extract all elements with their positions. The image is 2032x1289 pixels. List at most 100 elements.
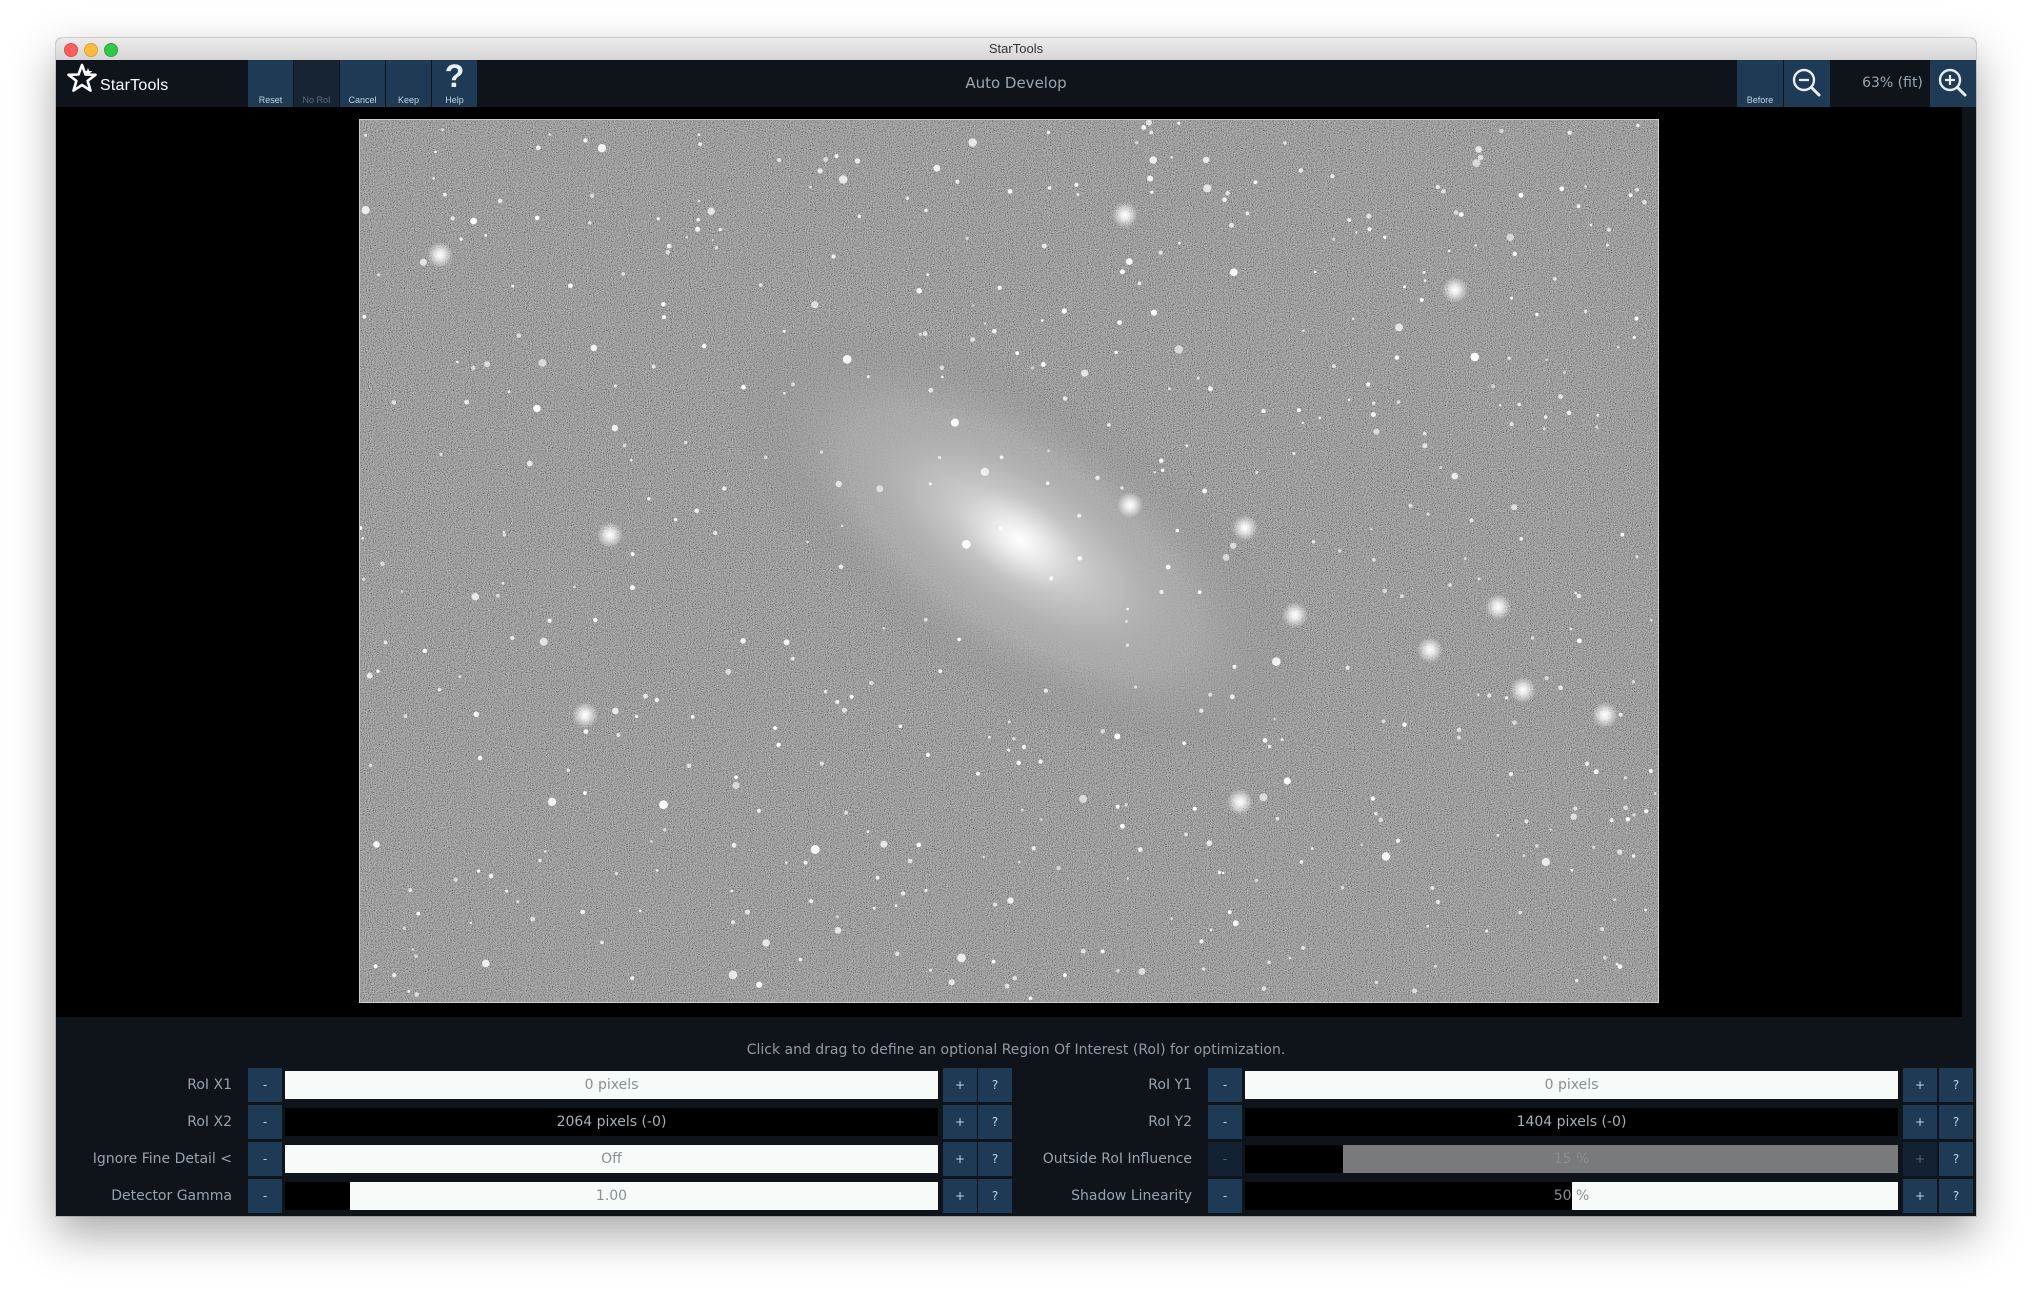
star — [1076, 192, 1080, 196]
cancel-button[interactable]: Cancel — [340, 60, 386, 107]
keep-button[interactable]: Keep — [386, 60, 432, 107]
star — [1012, 976, 1017, 981]
star — [1222, 871, 1225, 875]
roi-x2-increment-button[interactable]: + — [943, 1105, 977, 1139]
ignore-fine-detail-increment-button[interactable]: + — [943, 1142, 977, 1176]
shadow-linearity-slider[interactable]: 50 % — [1243, 1180, 1900, 1212]
star — [1395, 323, 1403, 332]
star — [1174, 345, 1183, 354]
roi-x1-slider[interactable]: 0 pixels — [283, 1069, 940, 1101]
star — [831, 254, 836, 259]
star — [1041, 362, 1046, 367]
outside-roi-influence-slider[interactable]: 15 % — [1243, 1143, 1900, 1175]
star — [1451, 472, 1459, 480]
detector-gamma-slider[interactable]: 1.00 — [283, 1180, 940, 1212]
star — [473, 711, 480, 718]
star — [661, 302, 666, 307]
star — [383, 640, 388, 645]
roi-x1-increment-button[interactable]: + — [943, 1068, 977, 1102]
star — [630, 976, 635, 981]
star — [1396, 400, 1401, 404]
star — [1229, 268, 1238, 277]
star — [589, 193, 595, 198]
star — [1159, 458, 1164, 464]
star — [1510, 296, 1514, 300]
ignore-fine-detail-decrement-button[interactable]: - — [248, 1142, 282, 1176]
star — [1370, 412, 1376, 418]
star — [1596, 413, 1600, 417]
ignore-fine-detail-slider[interactable]: Off — [283, 1143, 940, 1175]
star — [1632, 813, 1636, 817]
roi-y2-slider[interactable]: 1404 pixels (-0) — [1243, 1106, 1900, 1138]
star — [548, 133, 551, 136]
star — [488, 873, 494, 879]
star — [895, 951, 900, 956]
shadow-linearity-decrement-button[interactable]: - — [1208, 1179, 1242, 1213]
star — [1202, 967, 1206, 971]
no-roi-button[interactable]: No RoI — [294, 60, 340, 107]
detector-gamma-decrement-button[interactable]: - — [248, 1179, 282, 1213]
star — [939, 365, 945, 370]
zoom-in-button[interactable] — [1930, 60, 1976, 107]
help-button[interactable]: ? Help — [432, 58, 478, 107]
star — [1267, 960, 1271, 964]
canvas-scroll-strip[interactable] — [1962, 107, 1976, 1055]
star — [1370, 527, 1373, 531]
roi-y1-help-button[interactable]: ? — [1939, 1068, 1973, 1102]
roi-y1-increment-button[interactable]: + — [1903, 1068, 1937, 1102]
star — [469, 921, 473, 925]
star — [1283, 777, 1291, 785]
star — [1569, 627, 1573, 631]
star — [414, 992, 419, 997]
zoom-out-button[interactable] — [1784, 60, 1830, 107]
star — [713, 531, 718, 535]
detector-gamma-increment-button[interactable]: + — [943, 1179, 977, 1213]
star — [1047, 449, 1050, 453]
cancel-button-label: Cancel — [348, 95, 377, 105]
star — [1232, 664, 1237, 669]
star — [1628, 193, 1633, 198]
star — [477, 755, 483, 761]
outside-roi-influence-increment-button[interactable]: + — [1903, 1142, 1937, 1176]
shadow-linearity-label: Shadow Linearity — [1071, 1188, 1192, 1204]
roi-y2-decrement-button[interactable]: - — [1208, 1105, 1242, 1139]
star — [1261, 408, 1266, 414]
star — [1254, 878, 1259, 883]
reset-button[interactable]: Reset — [248, 60, 294, 107]
star — [1299, 860, 1304, 864]
before-button[interactable]: Before — [1737, 60, 1783, 107]
roi-x2-help-button[interactable]: ? — [978, 1105, 1012, 1139]
roi-y2-increment-button[interactable]: + — [1903, 1105, 1937, 1139]
detector-gamma-help-button[interactable]: ? — [978, 1179, 1012, 1213]
roi-y1-value: 0 pixels — [1544, 1077, 1599, 1093]
star — [1448, 583, 1452, 587]
star — [968, 138, 977, 147]
shadow-linearity-help-button[interactable]: ? — [1939, 1179, 1973, 1213]
star — [905, 196, 910, 200]
outside-roi-influence-help-button[interactable]: ? — [1939, 1142, 1973, 1176]
roi-y2-help-button[interactable]: ? — [1939, 1105, 1973, 1139]
star — [1419, 297, 1424, 302]
star — [1606, 227, 1611, 232]
ignore-fine-detail-help-button[interactable]: ? — [978, 1142, 1012, 1176]
roi-x2-decrement-button[interactable]: - — [248, 1105, 282, 1139]
star — [437, 687, 442, 692]
roi-x1-decrement-button[interactable]: - — [248, 1068, 282, 1102]
star — [740, 638, 746, 644]
roi-y1-decrement-button[interactable]: - — [1208, 1068, 1242, 1102]
star — [1517, 402, 1521, 407]
star — [1574, 591, 1577, 595]
star — [373, 841, 380, 848]
roi-y1-slider[interactable]: 0 pixels — [1243, 1069, 1900, 1101]
star — [900, 891, 906, 896]
shadow-linearity-increment-button[interactable]: + — [1903, 1179, 1937, 1213]
before-button-label: Before — [1746, 95, 1774, 105]
roi-x2-slider[interactable]: 2064 pixels (-0) — [283, 1106, 940, 1138]
star — [697, 199, 701, 203]
outside-roi-influence-decrement-button[interactable]: - — [1208, 1142, 1242, 1176]
star — [1229, 222, 1234, 228]
star — [918, 332, 923, 336]
star — [471, 593, 479, 601]
roi-x1-help-button[interactable]: ? — [978, 1068, 1012, 1102]
astro-image[interactable] — [358, 119, 1659, 1003]
